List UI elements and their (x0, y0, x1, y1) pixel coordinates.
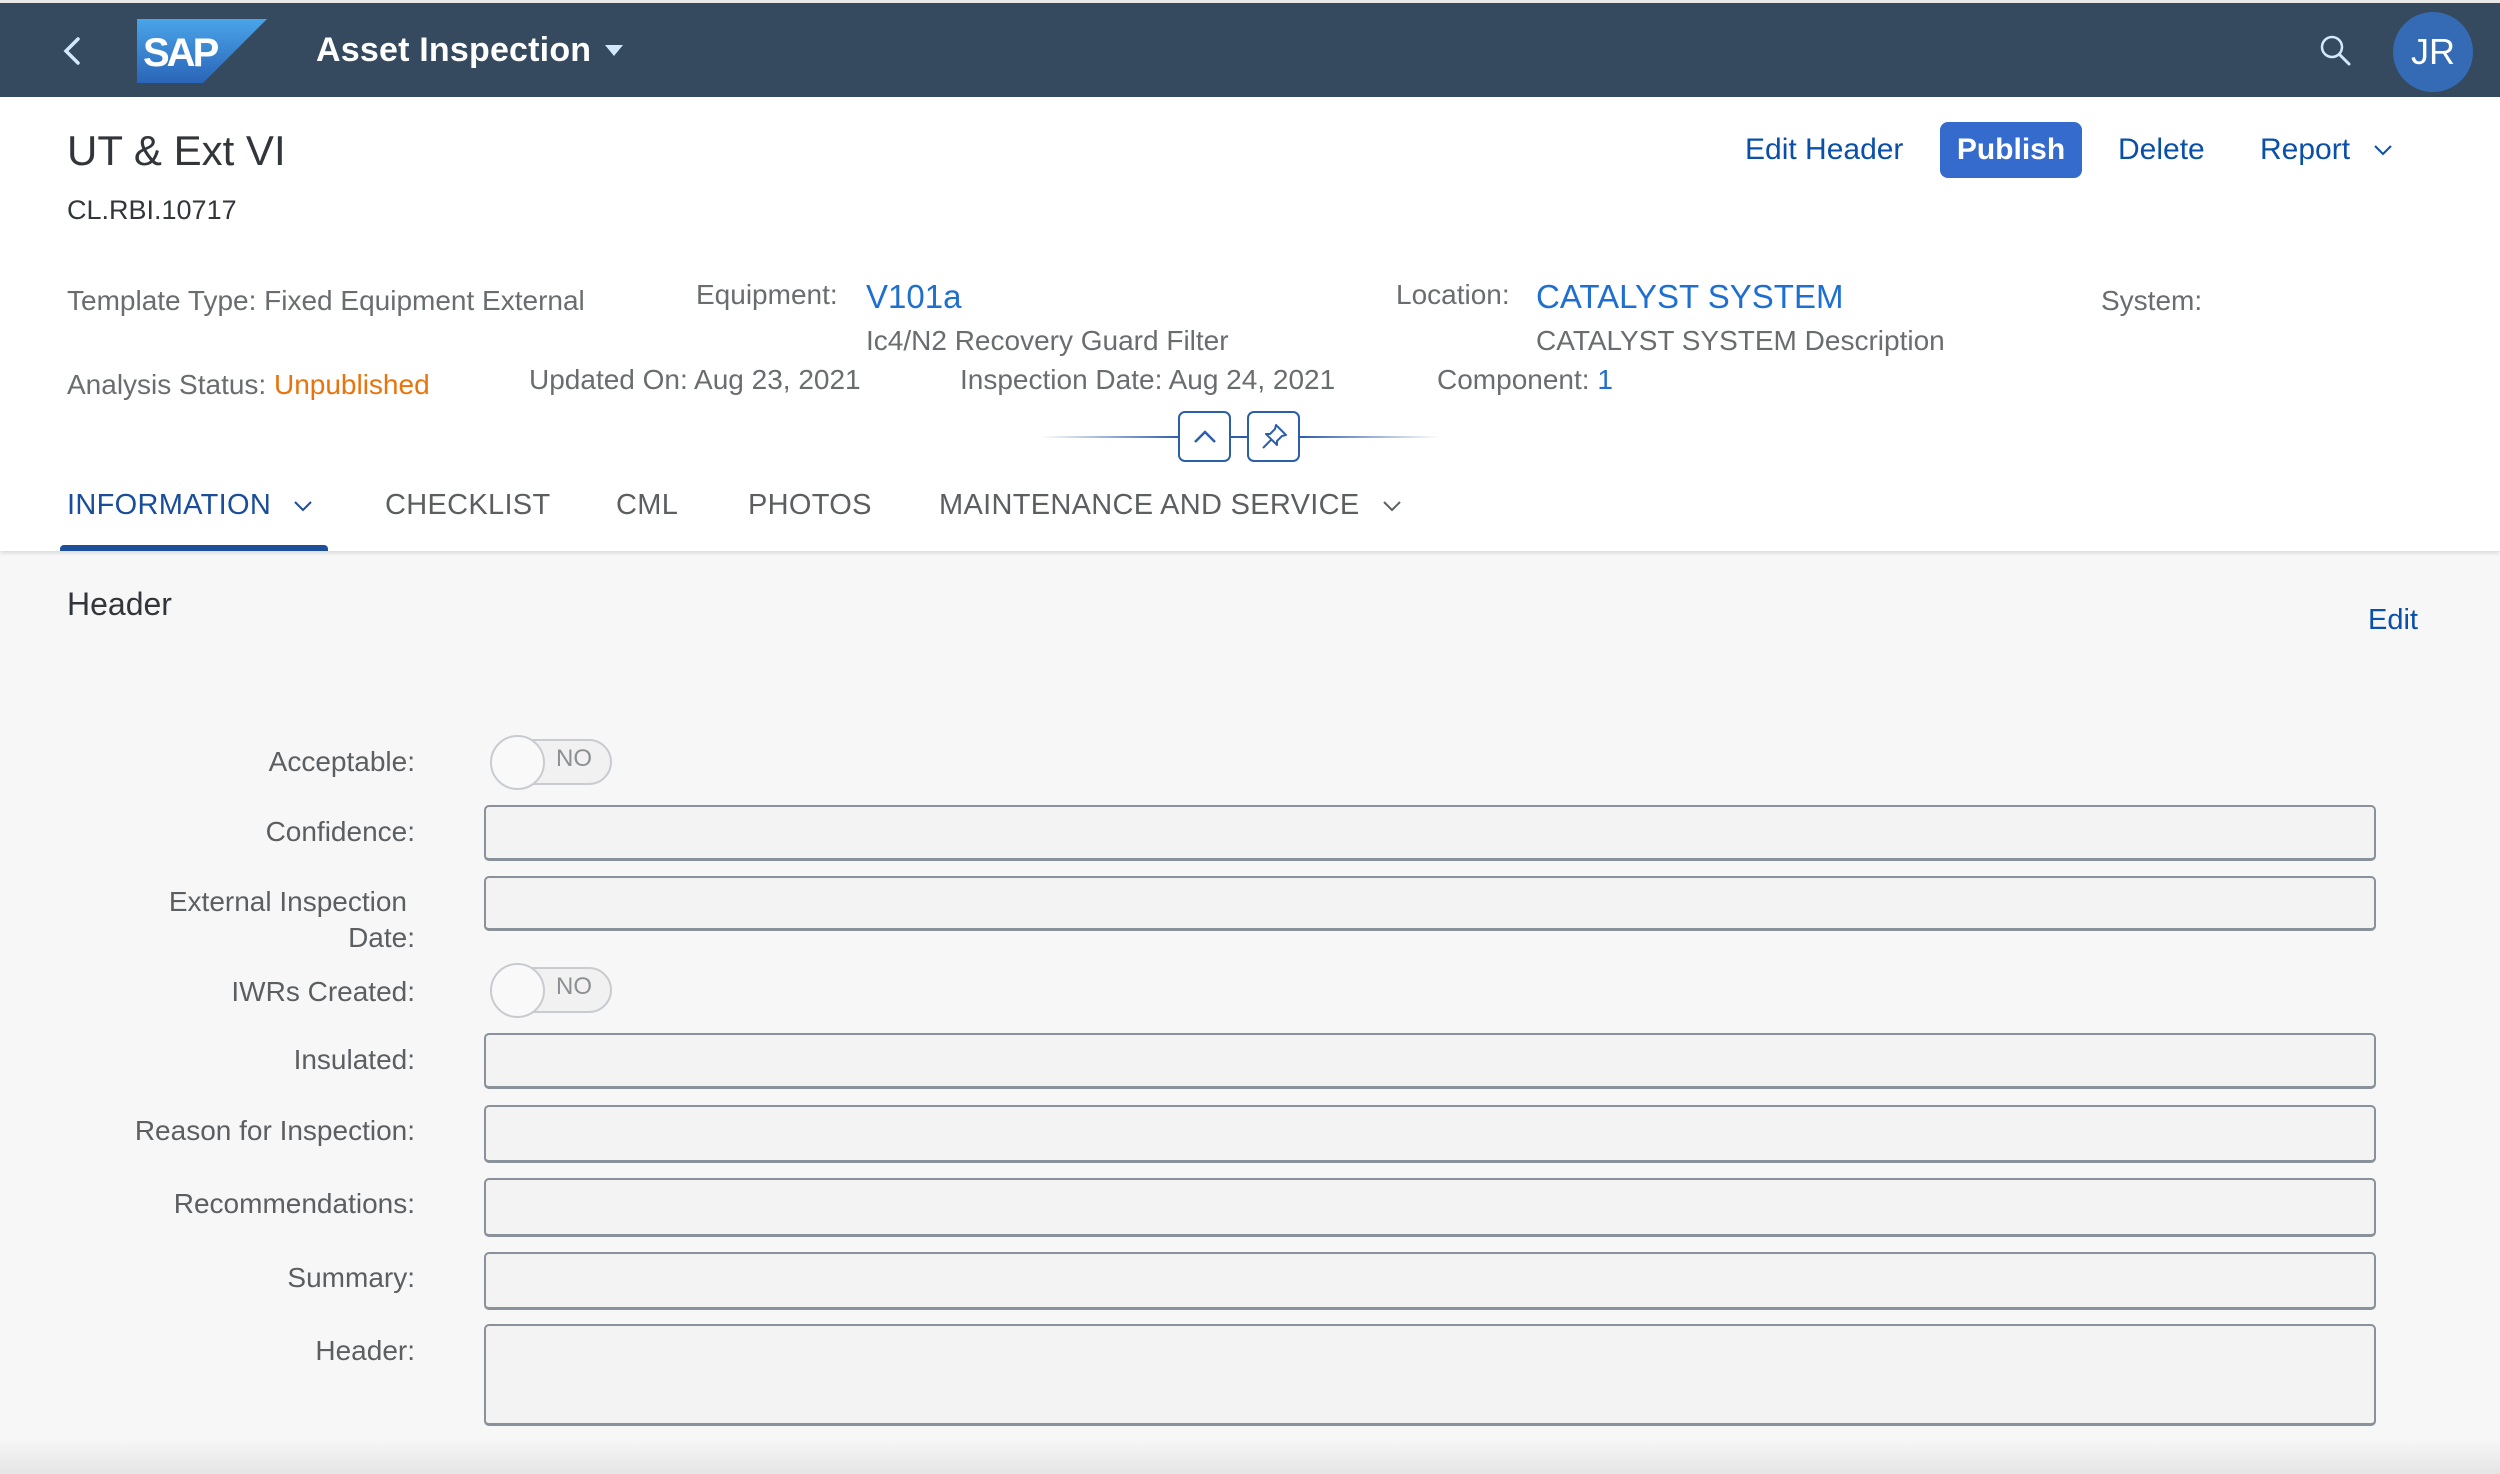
header-textarea[interactable] (484, 1324, 2376, 1426)
tab-label: MAINTENANCE AND SERVICE (939, 489, 1360, 521)
field-label-reason-for-inspection: Reason for Inspection: (134, 1115, 415, 1146)
tab-label: CML (616, 489, 679, 521)
analysis-status-label: Analysis Status: (67, 369, 267, 400)
analysis-status-value: Unpublished (273, 369, 430, 400)
tab-maintenance-and-service[interactable]: MAINTENANCE AND SERVICE (939, 489, 1402, 522)
component-attribute: Component: 1 (1437, 364, 1613, 396)
user-avatar[interactable]: JR (2393, 12, 2473, 92)
analysis-status-attribute: Analysis Status: Unpublished (67, 369, 430, 401)
section-title: Header (67, 586, 172, 622)
edit-section-button[interactable]: Edit (2368, 604, 2418, 637)
sap-logo: SAP (137, 19, 267, 83)
chevron-down-icon (1382, 500, 1401, 511)
active-tab-indicator (60, 545, 328, 551)
chevron-up-icon (1193, 429, 1216, 443)
chevron-down-icon (294, 500, 312, 511)
object-header: UT & Ext VI CL.RBI.10717 Edit Header Pub… (0, 97, 2500, 551)
location-description: CATALYST SYSTEM Description (1536, 325, 1945, 356)
collapse-header-button[interactable] (1178, 411, 1231, 462)
app-title-menu[interactable]: Asset Inspection (316, 31, 624, 70)
field-label-header: Header: (315, 1335, 415, 1366)
component-label: Component: (1437, 364, 1590, 395)
chevron-left-icon (63, 37, 80, 65)
updated-on-label: Updated On: (529, 364, 688, 395)
toggle-text: NO (556, 973, 592, 1000)
summary-input[interactable] (484, 1252, 2376, 1310)
template-type-label: Template Type: (67, 285, 257, 316)
page-bottom-shadow (0, 1440, 2500, 1474)
field-label-iwrs-created: IWRs Created: (231, 976, 415, 1007)
toggle-handle (490, 963, 545, 1018)
caret-down-icon (605, 45, 624, 56)
updated-on-value: Aug 23, 2021 (694, 364, 861, 395)
app-title: Asset Inspection (316, 31, 592, 69)
page-subtitle: CL.RBI.10717 (67, 195, 237, 225)
acceptable-toggle[interactable]: NO (490, 735, 614, 790)
chevron-down-icon[interactable] (2372, 139, 2394, 161)
recommendations-input[interactable] (484, 1178, 2376, 1237)
delete-button[interactable]: Delete (2118, 133, 2205, 167)
field-label-summary: Summary: (287, 1262, 415, 1293)
tab-cml[interactable]: CML (616, 489, 678, 522)
report-button[interactable]: Report (2260, 133, 2350, 167)
field-label-acceptable: Acceptable: (268, 746, 415, 777)
field-label-external-inspection: External Inspection (168, 886, 407, 917)
pin-header-button[interactable] (1247, 411, 1300, 462)
insulated-input[interactable] (484, 1033, 2376, 1089)
header-divider-right (1300, 436, 1440, 438)
template-type-attribute: Template Type: Fixed Equipment External (67, 285, 585, 317)
toggle-text: NO (556, 745, 592, 772)
pin-icon (1261, 423, 1287, 449)
tab-label: PHOTOS (748, 489, 872, 521)
tab-checklist[interactable]: CHECKLIST (385, 489, 550, 522)
inspection-date-label: Inspection Date: (960, 364, 1163, 395)
edit-header-button[interactable]: Edit Header (1745, 133, 1903, 167)
external-inspection-date-input[interactable] (484, 876, 2376, 931)
tab-photos[interactable]: PHOTOS (748, 489, 872, 522)
location-label: Location: (1396, 279, 1510, 310)
equipment-description: Ic4/N2 Recovery Guard Filter (866, 325, 1229, 356)
svg-text:SAP: SAP (143, 31, 219, 75)
search-button[interactable] (2318, 33, 2354, 69)
field-label-confidence: Confidence: (265, 816, 415, 847)
equipment-label: Equipment: (696, 279, 838, 310)
field-label-insulated: Insulated: (293, 1044, 415, 1075)
system-label: System: (2101, 285, 2203, 316)
component-link[interactable]: 1 (1597, 364, 1613, 395)
inspection-date-attribute: Inspection Date: Aug 24, 2021 (960, 364, 1335, 396)
tab-label: CHECKLIST (385, 489, 551, 521)
search-icon (2320, 35, 2351, 66)
updated-on-attribute: Updated On: Aug 23, 2021 (529, 364, 861, 396)
toggle-handle (490, 735, 545, 790)
back-button[interactable] (58, 31, 88, 71)
header-divider-mid (1230, 436, 1248, 438)
shell-bar: SAP Asset Inspection JR (0, 0, 2500, 97)
header-divider-left (1040, 436, 1180, 438)
confidence-input[interactable] (484, 805, 2376, 861)
iwrs-created-toggle[interactable]: NO (490, 963, 614, 1018)
inspection-date-value: Aug 24, 2021 (1168, 364, 1336, 395)
avatar-initials: JR (2411, 31, 2455, 72)
location-link[interactable]: CATALYST SYSTEM (1536, 278, 1843, 316)
equipment-link[interactable]: V101a (866, 278, 961, 316)
tab-label: INFORMATION (67, 489, 272, 521)
tab-information[interactable]: INFORMATION (67, 489, 313, 522)
field-label-external-inspection-date: Date: (348, 922, 415, 953)
template-type-value: Fixed Equipment External (264, 285, 585, 316)
publish-button[interactable]: Publish (1940, 122, 2082, 178)
reason-for-inspection-input[interactable] (484, 1105, 2376, 1163)
page-title: UT & Ext VI (67, 127, 286, 174)
field-label-recommendations: Recommendations: (173, 1188, 415, 1219)
